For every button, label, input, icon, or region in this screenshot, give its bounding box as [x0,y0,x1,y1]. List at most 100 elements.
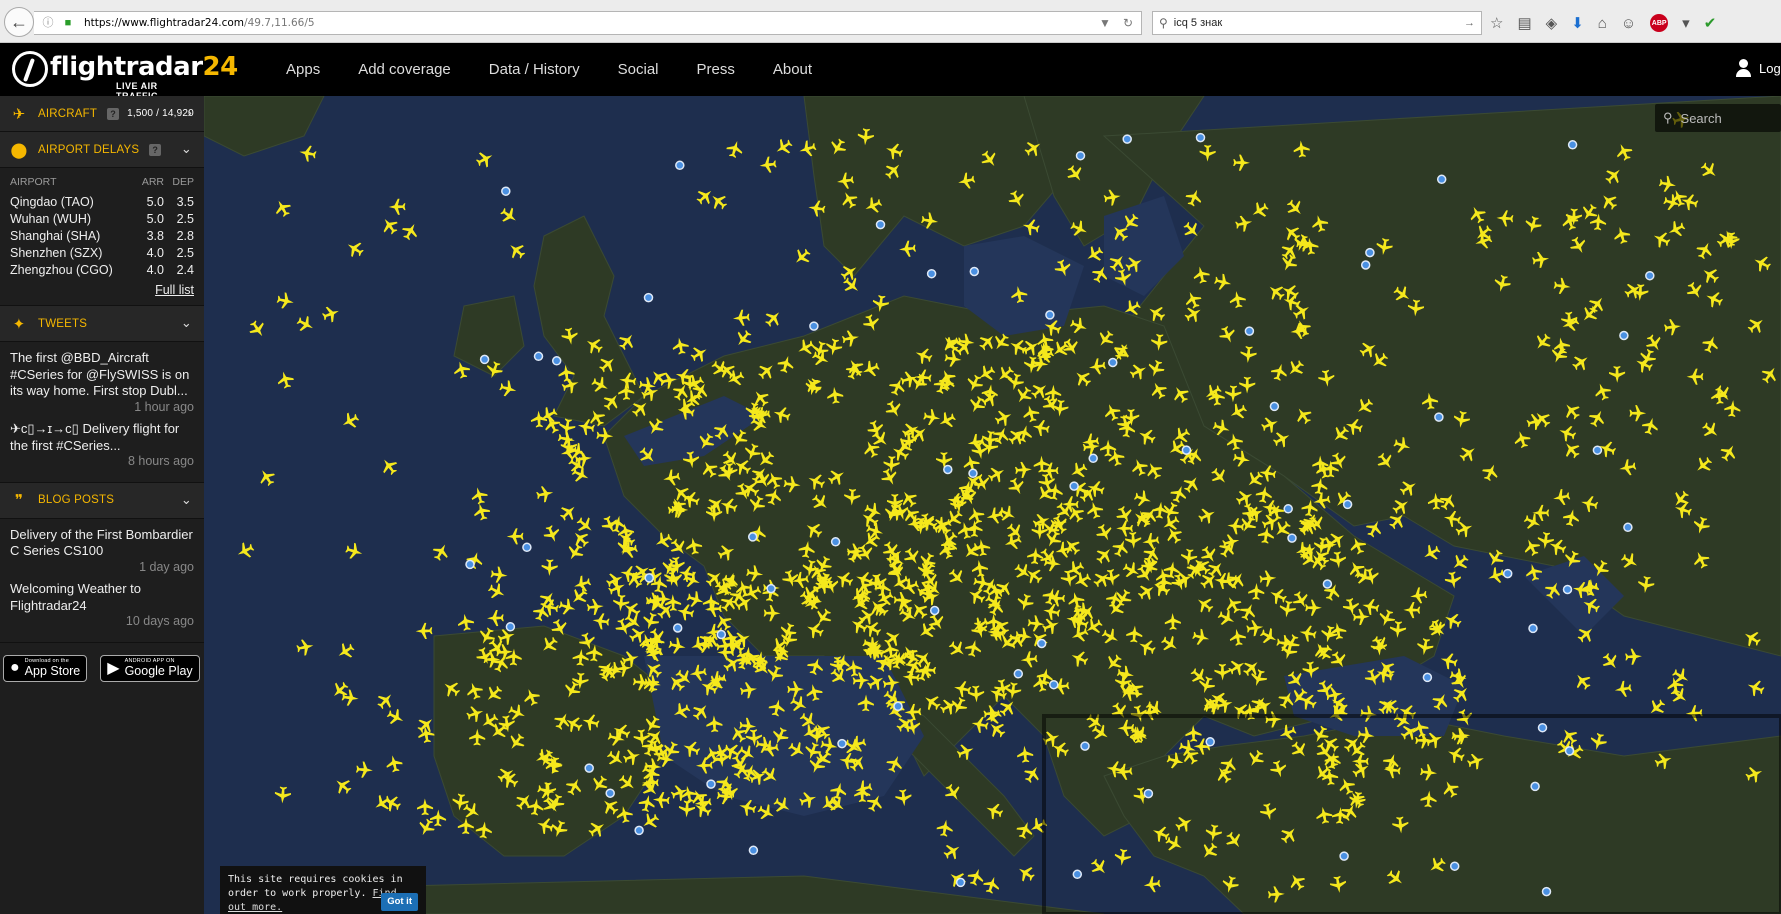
map-search-field[interactable]: ⚲ Search [1655,104,1781,132]
nav-press[interactable]: Press [697,61,735,78]
airport-marker-icon[interactable] [969,266,980,277]
airport-marker-icon[interactable] [716,629,727,640]
tweets-header[interactable]: ✦ TWEETS ⌄ [0,306,204,342]
airport-marker-icon[interactable] [955,877,966,888]
full-list-link[interactable]: Full list [155,283,194,297]
address-bar[interactable]: ⓘ ■ https://www.flightradar24.com/49.7,1… [34,11,1142,35]
airport-marker-icon[interactable] [1013,669,1024,679]
info-icon[interactable]: ⓘ [42,17,54,29]
flightradar24-logo[interactable]: flightradar24 LIVE AIR TRAFFIC [12,49,238,101]
airport-marker-icon[interactable] [634,825,644,836]
airport-marker-icon[interactable] [1181,445,1192,455]
airport-marker-icon[interactable] [1045,310,1055,320]
airport-marker-icon[interactable] [706,779,716,789]
airport-marker-icon[interactable] [533,351,544,362]
airport-marker-icon[interactable] [522,542,532,553]
tweet-item[interactable]: ✈c▯→ɪ→c▯ Delivery flight for the first #… [10,421,194,470]
airport-marker-icon[interactable] [1049,679,1059,690]
browser-search-field[interactable]: ⚲ icq 5 знак → [1152,11,1482,35]
chevron-down-icon[interactable]: ⌄ [181,141,192,157]
airport-marker-icon[interactable] [875,219,886,230]
airport-marker-icon[interactable] [1434,412,1444,422]
airport-marker-icon[interactable] [1143,788,1154,799]
airport-marker-icon[interactable] [505,622,516,632]
airport-delays-header[interactable]: ⬤ AIRPORT DELAYS ? ⌄ [0,132,204,168]
airport-marker-icon[interactable] [1244,326,1255,336]
airport-marker-icon[interactable] [1195,132,1206,143]
shield-icon[interactable]: ✔ [1704,14,1717,32]
airport-marker-icon[interactable] [1436,174,1447,185]
airport-marker-icon[interactable] [809,321,819,331]
lock-icon[interactable]: ■ [62,17,74,29]
airport-marker-icon[interactable] [968,468,978,479]
table-row[interactable]: Zhengzhou (CGO) 4.0 2.4 [10,261,194,278]
airport-marker-icon[interactable] [501,186,511,196]
nav-about[interactable]: About [773,61,812,78]
airport-marker-icon[interactable] [748,845,759,856]
browser-search-value[interactable]: icq 5 знак [1174,17,1222,29]
airport-marker-icon[interactable] [1360,260,1371,270]
airport-marker-icon[interactable] [1108,357,1118,368]
airport-marker-icon[interactable] [1072,869,1083,880]
airport-marker-icon[interactable] [1075,150,1086,161]
airport-marker-icon[interactable] [1645,270,1655,281]
airport-marker-icon[interactable] [1205,737,1215,747]
reload-icon[interactable]: ↻ [1123,16,1133,30]
chevron-right-icon[interactable]: › [187,105,192,120]
airport-marker-icon[interactable] [1339,851,1349,861]
google-play-badge[interactable]: ▶ ANDROID APP ON Google Play [100,654,200,682]
nav-apps[interactable]: Apps [286,61,320,78]
login-button[interactable]: Log [1735,58,1781,78]
airport-marker-icon[interactable] [926,268,937,279]
airport-marker-icon[interactable] [1567,140,1578,150]
airport-marker-icon[interactable] [929,605,940,616]
airport-marker-icon[interactable] [1502,568,1513,579]
airport-marker-icon[interactable] [1036,638,1047,649]
airport-marker-icon[interactable] [1342,499,1353,510]
help-icon[interactable]: ? [149,143,162,156]
airport-marker-icon[interactable] [1537,722,1548,733]
airport-marker-icon[interactable] [1541,886,1552,897]
airport-marker-icon[interactable] [644,573,654,583]
airport-marker-icon[interactable] [1365,247,1375,258]
table-row[interactable]: Shanghai (SHA) 3.8 2.8 [10,227,194,244]
airport-marker-icon[interactable] [893,701,903,712]
cookie-got-it-button[interactable]: Got it [381,893,418,911]
chevron-down-icon[interactable]: ⌄ [181,315,192,331]
airport-marker-icon[interactable] [1562,584,1573,595]
bookmark-star-icon[interactable]: ☆ [1490,14,1503,32]
dropdown-arrow-icon[interactable]: ▼ [1099,16,1111,30]
airport-marker-icon[interactable] [837,738,847,749]
airport-marker-icon[interactable] [1530,781,1540,792]
back-button[interactable]: ← [4,7,34,37]
airport-marker-icon[interactable] [747,532,758,542]
airport-marker-icon[interactable] [1283,504,1293,514]
airport-marker-icon[interactable] [1528,623,1538,634]
airport-marker-icon[interactable] [643,292,654,303]
help-icon[interactable]: ? [107,107,120,120]
airport-marker-icon[interactable] [1592,445,1603,455]
home-icon[interactable]: ⌂ [1598,15,1607,32]
airport-marker-icon[interactable] [1287,533,1297,543]
table-row[interactable]: Wuhan (WUH) 5.0 2.5 [10,210,194,227]
airport-marker-icon[interactable] [605,788,615,798]
table-row[interactable]: Qingdao (TAO) 5.0 3.5 [10,193,194,210]
airport-marker-icon[interactable] [1449,861,1460,871]
blog-post-item[interactable]: Welcoming Weather to Flightradar24 10 da… [10,581,194,630]
airport-marker-icon[interactable] [1122,134,1132,144]
table-row[interactable]: Shenzhen (SZX) 4.0 2.5 [10,244,194,261]
airport-marker-icon[interactable] [465,559,475,570]
pocket-icon[interactable]: ◈ [1546,14,1558,32]
airport-marker-icon[interactable] [1269,401,1280,412]
chat-icon[interactable]: ☺ [1621,15,1636,32]
airport-marker-icon[interactable] [1088,453,1098,464]
airport-marker-icon[interactable] [1564,746,1575,756]
nav-data-history[interactable]: Data / History [489,61,580,78]
airport-marker-icon[interactable] [1069,481,1079,491]
go-arrow-icon[interactable]: → [1464,17,1475,29]
airport-marker-icon[interactable] [672,623,683,633]
tweet-item[interactable]: The first @BBD_Aircraft #CSeries for @Fl… [10,350,194,415]
menu-arrow-icon[interactable]: ▾ [1682,14,1690,32]
blog-posts-header[interactable]: ❞ BLOG POSTS ⌄ [0,482,204,519]
url-text[interactable]: https://www.flightradar24.com/49.7,11.66… [84,17,315,29]
